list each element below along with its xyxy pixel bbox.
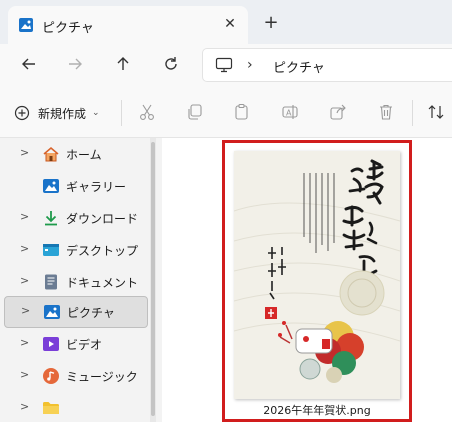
rename-icon[interactable]: A <box>280 102 300 122</box>
new-button[interactable]: 新規作成 ⌄ <box>14 100 100 126</box>
file-item[interactable]: 2026午年年賀状.png <box>222 140 412 422</box>
address-bar[interactable]: › ピクチャ <box>202 48 452 82</box>
divider <box>121 100 122 126</box>
cut-icon[interactable] <box>137 102 157 122</box>
chevron-right-icon[interactable]: > <box>20 336 29 349</box>
chevron-right-icon[interactable]: > <box>20 242 29 255</box>
new-button-label: 新規作成 <box>38 106 87 121</box>
sidebar-item-desktop[interactable]: > デスクトップ <box>4 234 148 266</box>
file-thumbnail <box>234 151 400 399</box>
video-icon <box>42 335 60 353</box>
command-bar: 新規作成 ⌄ A <box>0 86 452 138</box>
sidebar-item-label: ビデオ <box>66 338 103 352</box>
music-icon <box>42 367 60 385</box>
up-icon[interactable] <box>110 53 136 75</box>
tab-pictures[interactable]: ピクチャ ✕ <box>8 6 248 44</box>
folder-icon <box>42 399 60 417</box>
sidebar-item-gallery[interactable]: ギャラリー <box>4 170 148 202</box>
chevron-right-icon[interactable]: > <box>20 210 29 223</box>
chevron-right-icon[interactable]: > <box>20 368 29 381</box>
new-tab-button[interactable]: + <box>262 14 280 32</box>
gallery-icon <box>42 177 60 195</box>
tab-strip: ピクチャ ✕ + <box>0 0 452 44</box>
refresh-icon[interactable] <box>158 53 184 75</box>
chevron-right-icon[interactable]: > <box>20 400 29 413</box>
sidebar-item-label: デスクトップ <box>66 244 139 258</box>
divider <box>412 100 413 126</box>
navigation-pane: > ホーム ギャラリー > ダウンロード > デスクトップ > ドキュメント > <box>0 138 150 422</box>
sidebar-scrollbar[interactable] <box>150 138 156 422</box>
tab-title: ピクチャ <box>42 21 94 36</box>
sidebar-item-home[interactable]: > ホーム <box>4 138 148 170</box>
copy-icon[interactable] <box>185 102 205 122</box>
forward-icon[interactable] <box>62 53 88 75</box>
pictures-icon <box>18 17 34 33</box>
plus-circle-icon <box>14 105 30 121</box>
breadcrumb-separator[interactable]: › <box>247 57 253 73</box>
new-year-card-image <box>234 151 400 399</box>
chevron-right-icon[interactable]: > <box>20 274 29 287</box>
close-icon[interactable]: ✕ <box>222 16 238 32</box>
paste-icon[interactable] <box>232 102 252 122</box>
sidebar-item-music[interactable]: > ミュージック <box>4 360 148 392</box>
download-icon <box>42 209 60 227</box>
file-view: 2026午年年賀状.png <box>162 138 452 422</box>
chevron-down-icon: ⌄ <box>92 108 100 118</box>
chevron-right-icon[interactable]: > <box>21 304 30 317</box>
home-icon <box>42 145 60 163</box>
sidebar-item-label: ダウンロード <box>66 212 139 226</box>
breadcrumb-pictures[interactable]: ピクチャ <box>273 57 325 76</box>
document-icon <box>42 273 60 291</box>
sort-icon[interactable] <box>426 102 446 122</box>
svg-text:A: A <box>286 109 292 118</box>
back-icon[interactable] <box>16 53 42 75</box>
navigation-bar: › ピクチャ <box>0 44 452 86</box>
share-icon[interactable] <box>328 102 348 122</box>
this-pc-icon[interactable] <box>215 57 233 73</box>
sidebar-item-label: ピクチャ <box>67 306 115 320</box>
sidebar-item-label: ホーム <box>66 148 102 162</box>
sidebar-item-downloads[interactable]: > ダウンロード <box>4 202 148 234</box>
sidebar-item-documents[interactable]: > ドキュメント <box>4 266 148 298</box>
chevron-right-icon[interactable]: > <box>20 146 29 159</box>
sidebar-item-label: ミュージック <box>66 370 138 384</box>
file-name: 2026午年年賀状.png <box>263 404 371 417</box>
sidebar-item-label: ドキュメント <box>66 276 139 290</box>
pictures-icon <box>43 303 61 321</box>
sidebar-item-folder[interactable]: > <box>4 392 148 422</box>
desktop-icon <box>42 241 60 259</box>
scrollbar-thumb[interactable] <box>151 142 155 416</box>
sidebar-item-pictures[interactable]: > ピクチャ <box>4 296 148 328</box>
delete-icon[interactable] <box>376 102 396 122</box>
sidebar-item-label: ギャラリー <box>66 180 127 194</box>
sidebar-item-videos[interactable]: > ビデオ <box>4 328 148 360</box>
